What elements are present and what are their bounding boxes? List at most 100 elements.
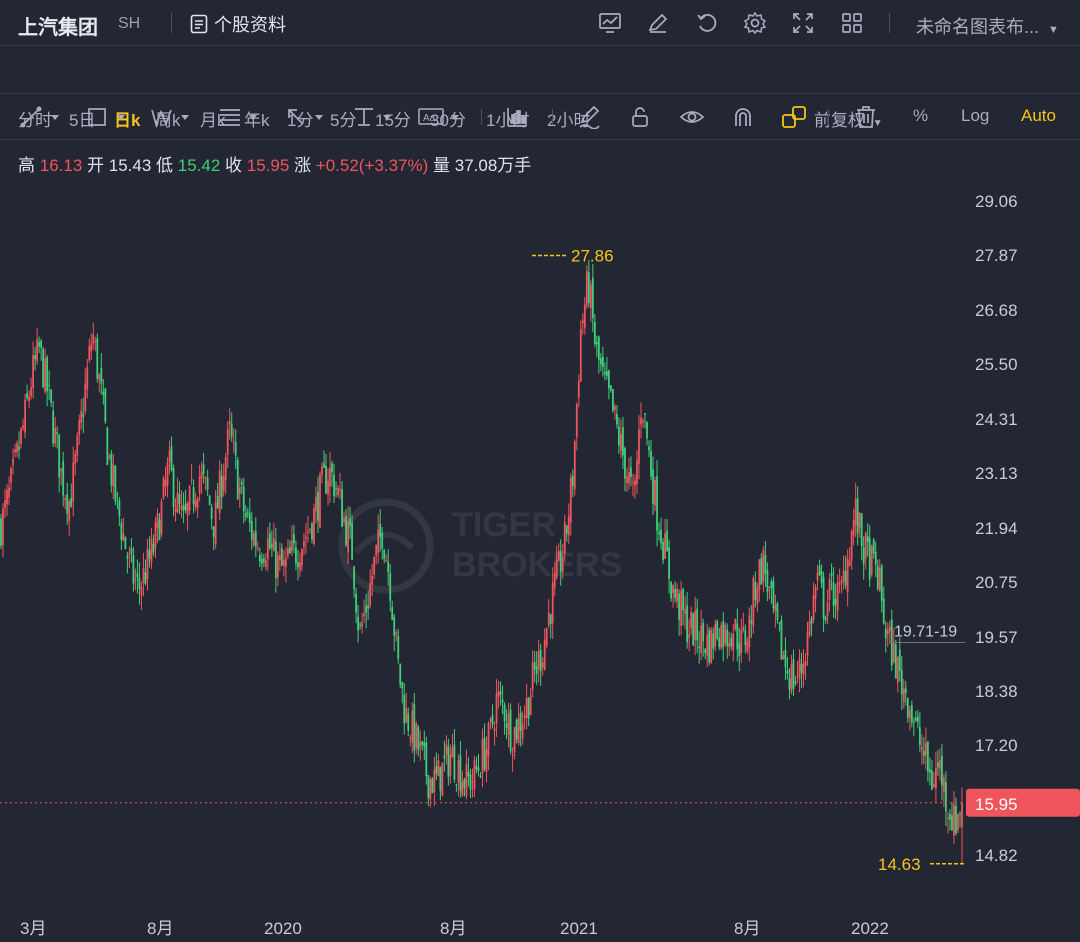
price-chart[interactable]: TIGER BROKERS 15.95 27.86 14.63 19.71-19 29…	[0, 0, 1080, 942]
candle-body	[212, 526, 215, 537]
x-tick-label: 8月	[734, 919, 760, 938]
candle-body	[848, 560, 851, 567]
candle-body	[487, 723, 490, 757]
candle-body	[587, 272, 590, 303]
candle-body	[365, 605, 368, 613]
candle-body	[874, 552, 877, 565]
candle-body	[64, 498, 67, 501]
candle-body	[459, 755, 462, 791]
candle-body	[337, 487, 339, 495]
candle-body	[918, 727, 921, 746]
candle-body	[814, 586, 817, 599]
candle-body	[690, 612, 693, 629]
candle-body	[74, 454, 77, 464]
candle-body	[301, 549, 303, 566]
candle-body	[236, 460, 239, 500]
tiger-brokers-watermark: TIGER BROKERS	[338, 498, 622, 594]
candle-body	[206, 478, 209, 490]
candle-body	[164, 479, 167, 487]
candle-body	[361, 622, 364, 627]
candle-body	[908, 709, 911, 719]
candle-body	[870, 545, 873, 575]
y-tick-label: 21.94	[975, 519, 1018, 538]
candle-body	[924, 743, 927, 756]
candle-body	[527, 697, 530, 719]
candle-body	[30, 387, 32, 396]
candle-body	[794, 681, 797, 683]
candle-body	[864, 533, 867, 560]
candle-body	[931, 770, 933, 790]
candle-body	[192, 487, 195, 505]
candle-body	[573, 441, 576, 490]
candle-body	[636, 460, 638, 484]
candle-body	[455, 784, 458, 786]
candle-body	[804, 660, 807, 667]
candle-body	[756, 588, 759, 604]
candle-body	[335, 488, 337, 490]
candle-body	[222, 476, 225, 492]
candle-body	[618, 426, 620, 446]
candle-body	[519, 712, 522, 731]
candle-body	[764, 555, 767, 574]
candle-body	[770, 581, 773, 588]
candle-body	[920, 746, 923, 750]
candle-body	[393, 616, 396, 636]
candle-body	[726, 629, 729, 646]
candle-body	[559, 551, 562, 572]
candle-body	[549, 614, 552, 624]
candle-body	[18, 446, 20, 451]
candle-body	[780, 619, 783, 660]
candle-body	[10, 468, 12, 483]
candle-body	[293, 533, 295, 544]
candle-body	[820, 571, 823, 583]
candle-body	[884, 628, 887, 639]
candle-body	[567, 516, 570, 536]
current-price-label: 15.95	[975, 795, 1018, 814]
y-tick-label: 25.50	[975, 355, 1018, 374]
candle-body	[752, 577, 755, 626]
candle-body	[565, 525, 568, 534]
candle-body	[680, 590, 683, 627]
candle-body	[128, 553, 131, 555]
candle-body	[622, 427, 624, 456]
candle-body	[800, 663, 803, 673]
candle-body	[852, 520, 855, 536]
candle-body	[216, 495, 219, 509]
candle-body	[595, 341, 598, 345]
candle-body	[96, 338, 99, 379]
candle-body	[457, 760, 460, 783]
candle-body	[937, 762, 939, 768]
candle-body	[696, 608, 699, 641]
candle-body	[367, 605, 370, 609]
candle-body	[634, 480, 636, 486]
candle-body	[882, 598, 885, 624]
candle-body	[112, 464, 115, 487]
candle-body	[403, 694, 406, 724]
candle-body	[682, 589, 685, 611]
candle-body	[174, 508, 177, 512]
candle-body	[868, 537, 871, 580]
x-tick-label: 2020	[264, 919, 302, 938]
candle-body	[190, 479, 193, 481]
candle-body	[26, 392, 28, 398]
candle-body	[417, 727, 420, 750]
candle-body	[896, 656, 899, 683]
candle-body	[712, 633, 715, 649]
candle-body	[238, 486, 241, 495]
y-axis: 29.06 27.87 26.68 25.50 24.31 23.13 21.94 20.75…	[975, 192, 1018, 865]
candle-body	[778, 622, 781, 624]
candle-body	[92, 334, 95, 344]
candle-body	[343, 518, 345, 522]
candle-body	[397, 635, 400, 659]
candle-body	[70, 497, 73, 507]
candle-body	[188, 486, 191, 511]
candle-body	[453, 744, 456, 780]
candle-body	[8, 487, 10, 498]
candle-body	[363, 613, 366, 617]
candle-body	[182, 506, 185, 511]
candle-body	[369, 583, 372, 606]
candle-body	[581, 320, 584, 323]
candle-body	[234, 442, 237, 456]
candle-body	[610, 385, 612, 391]
candle-body	[736, 623, 739, 650]
